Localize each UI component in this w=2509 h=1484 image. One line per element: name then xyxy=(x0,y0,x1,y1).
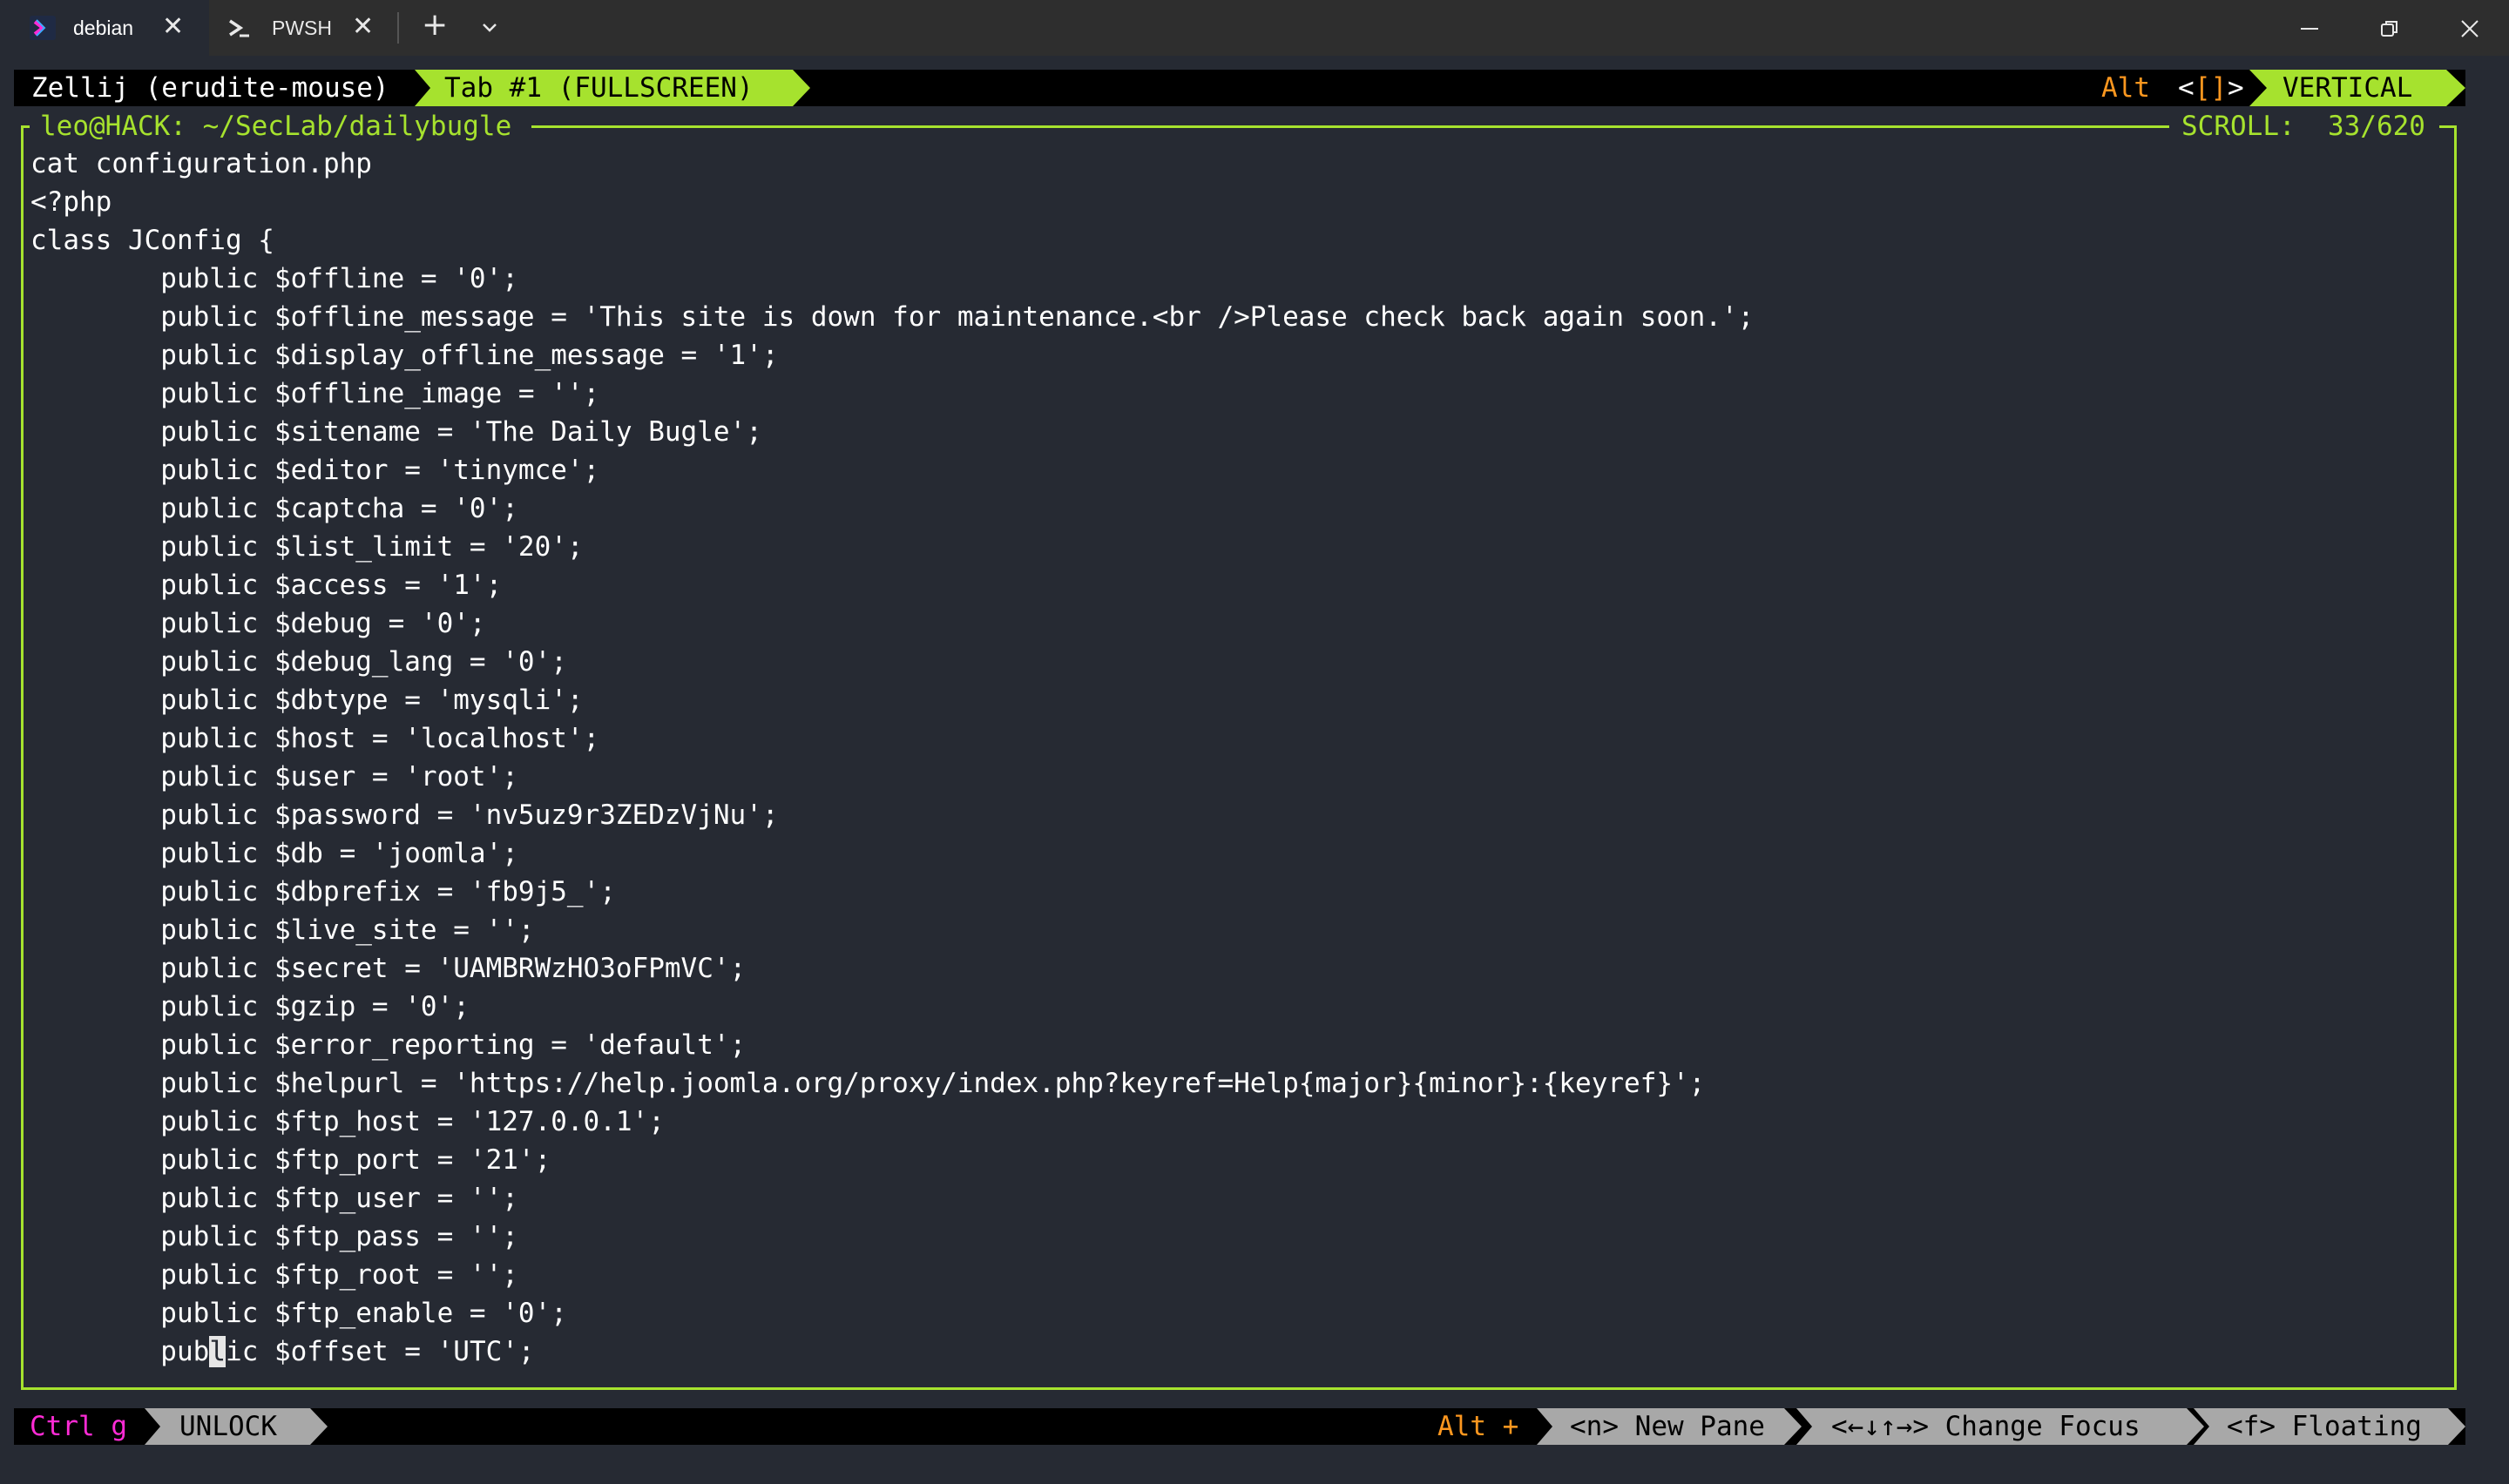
terminal-line: public $offline_image = ''; xyxy=(30,378,600,409)
terminal-line: public $display_offline_message = '1'; xyxy=(30,340,779,371)
terminal-line: public $live_site = ''; xyxy=(30,914,535,946)
terminal-line: cat configuration.php xyxy=(30,148,372,179)
pane-border-top-right xyxy=(2439,125,2457,128)
terminal-line: public $offline = '0'; xyxy=(30,263,518,294)
zellij-status-bar: Ctrl g UNLOCK Alt + <n> New Pane <←↓↑→> … xyxy=(14,1408,2465,1445)
terminal-line: public $password = 'nv5uz9r3ZEDzVjNu'; xyxy=(30,799,779,831)
new-pane-hint[interactable]: <n> New Pane xyxy=(1570,1408,1765,1445)
pane-title: leo@HACK: ~/SecLab/dailybugle xyxy=(31,108,521,145)
change-focus-hint[interactable]: <←↓↑→> Change Focus xyxy=(1831,1408,2140,1445)
terminal-line: public $captcha = '0'; xyxy=(30,493,518,524)
pane-border-top xyxy=(531,125,2169,128)
new-tab-button[interactable]: + xyxy=(422,7,448,43)
terminal-output[interactable]: cat configuration.php <?php class JConfig … xyxy=(30,145,2452,1371)
bracket-keys: [] xyxy=(2195,72,2228,104)
close-icon[interactable]: ✕ xyxy=(162,11,184,42)
unlock-mode[interactable]: UNLOCK xyxy=(179,1408,277,1445)
powershell-icon xyxy=(229,19,249,37)
terminal-line: public $gzip = '0'; xyxy=(30,991,470,1022)
tab-separator xyxy=(397,12,399,44)
scroll-indicator: SCROLL: 33/620 xyxy=(2173,108,2434,145)
terminal-line: <?php xyxy=(30,186,112,218)
terminal-line: public $secret = 'UAMBRWzHO3oFPmVC'; xyxy=(30,953,747,984)
terminal-line: public $sitename = 'The Daily Bugle'; xyxy=(30,416,762,448)
terminal-line: public $offline_message = 'This site is … xyxy=(30,301,1755,333)
close-window-button[interactable] xyxy=(2429,0,2509,56)
session-name: Zellij (erudite-mouse) xyxy=(31,72,389,104)
terminal-line: public $ftp_enable = '0'; xyxy=(30,1298,567,1329)
minimize-button[interactable] xyxy=(2269,0,2349,56)
text-cursor: l xyxy=(209,1336,226,1367)
terminal-line: public $ftp_root = ''; xyxy=(30,1259,518,1291)
terminal-line: public $host = 'localhost'; xyxy=(30,723,600,754)
zellij-tab-bar: Zellij (erudite-mouse) Tab #1 (FULLSCREE… xyxy=(14,70,2465,106)
bracket-left: < xyxy=(2178,72,2195,104)
terminal-line: public $helpurl = 'https://help.joomla.o… xyxy=(30,1068,1706,1099)
pane-border-top-left xyxy=(21,125,30,128)
tab-label: PWSH xyxy=(272,17,332,39)
terminal-line: public $error_reporting = 'default'; xyxy=(30,1029,747,1061)
scroll-value: 33/620 xyxy=(2327,111,2425,142)
close-icon xyxy=(2461,20,2479,37)
terminal-line: public $dbprefix = 'fb9j5_'; xyxy=(30,876,616,907)
alt-key-hint: Alt xyxy=(2101,72,2150,104)
alt-plus-key: Alt + xyxy=(1437,1411,1519,1442)
chevron-down-icon[interactable] xyxy=(477,16,502,40)
terminal-line: public $dbtype = 'mysqli'; xyxy=(30,685,584,716)
terminal-line: public $debug_lang = '0'; xyxy=(30,646,567,678)
ctrl-g-key: Ctrl g xyxy=(30,1411,127,1442)
restore-icon xyxy=(2381,21,2397,37)
terminal-line: public $ftp_user = ''; xyxy=(30,1183,518,1214)
tab-bar: debian ✕ PWSH ✕ + xyxy=(0,0,2509,56)
floating-hint[interactable]: <f> Floating xyxy=(2227,1408,2422,1445)
terminal-line: class JConfig { xyxy=(30,225,274,256)
tab-pwsh[interactable]: PWSH ✕ xyxy=(213,0,397,56)
terminal-line: public $ftp_host = '127.0.0.1'; xyxy=(30,1106,665,1137)
terminal-line: public $editor = 'tinymce'; xyxy=(30,455,600,486)
terminal-line: public $list_limit = '20'; xyxy=(30,531,584,563)
tab-1[interactable]: Tab #1 (FULLSCREEN) xyxy=(444,70,754,106)
terminal-line: public $db = 'joomla'; xyxy=(30,838,518,869)
terminal-line-cursor: public $offset = 'UTC'; xyxy=(30,1332,2452,1371)
terminal-line: public $ftp_port = '21'; xyxy=(30,1144,551,1176)
close-icon[interactable]: ✕ xyxy=(352,11,374,42)
scroll-label: SCROLL: xyxy=(2181,111,2296,142)
cursor-line-before: pub xyxy=(30,1336,210,1367)
layout-indicator[interactable]: VERTICAL xyxy=(2282,70,2412,106)
tab-label: debian xyxy=(73,17,134,39)
bracket-right: > xyxy=(2228,72,2244,104)
debian-terminal-icon xyxy=(30,16,56,40)
terminal-line: public $debug = '0'; xyxy=(30,608,486,639)
cursor-line-after: ic $offset = 'UTC'; xyxy=(225,1336,535,1367)
minimize-icon xyxy=(2301,28,2318,30)
terminal-line: public $access = '1'; xyxy=(30,570,503,601)
tab-debian[interactable]: debian ✕ xyxy=(0,0,209,56)
terminal-line: public $ftp_pass = ''; xyxy=(30,1221,518,1252)
terminal-line: public $user = 'root'; xyxy=(30,761,518,793)
restore-button[interactable] xyxy=(2349,0,2429,56)
